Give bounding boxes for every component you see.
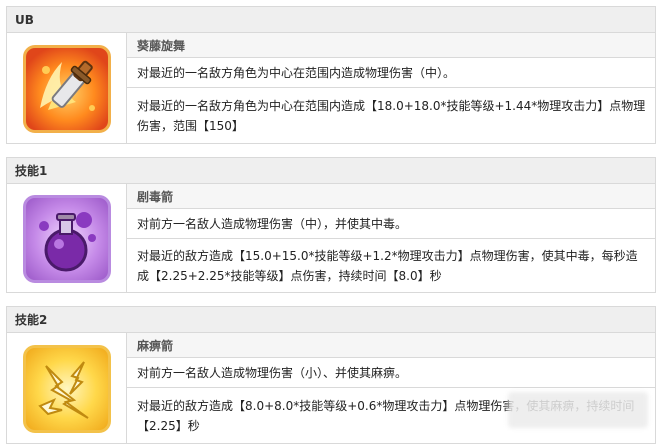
skill-desc-long: 对最近的敌方造成【15.0+15.0*技能等级+1.2*物理攻击力】点物理伤害，… [137,249,638,283]
skill-desc-short: 对最近的一名敌方角色为中心在范围内造成物理伤害（中）。 [127,58,655,88]
watermark [508,392,648,428]
skill-name: 剧毒箭 [127,184,655,209]
skill-desc-short: 对前方一名敌人造成物理伤害（中），并使其中毒。 [127,209,655,239]
skill-icon-cell [7,333,127,444]
flaming-sword-icon [22,44,111,133]
skill-content: 葵藤旋舞 对最近的一名敌方角色为中心在范围内造成物理伤害（中）。 对最近的一名敌… [127,33,655,144]
skill-name: 麻痹箭 [127,333,655,358]
skill-desc-short: 对前方一名敌人造成物理伤害（小）、并使其麻痹。 [127,358,655,388]
skill-section-ub: UB 葵藤旋舞 对最近的一名敌方角色为中心在范围内造成物理伤害（中）。 对最近的… [6,6,656,144]
skill-icon-cell [7,33,127,144]
skill-content: 剧毒箭 对前方一名敌人造成物理伤害（中），并使其中毒。 对最近的敌方造成【15.… [127,184,655,293]
lightning-burst-icon [22,344,111,433]
section-header: 技能2 [7,307,655,333]
skill-section-1: 技能1 剧毒箭 对前方一名敌人造成物理伤害（中），并使其中毒。 对最近的敌方造成… [6,157,656,293]
section-header: 技能1 [7,158,655,184]
skill-icon-cell [7,184,127,293]
skill-desc-long: 对最近的一名敌方角色为中心在范围内造成【18.0+18.0*技能等级+1.44*… [137,99,646,133]
poison-flask-icon [22,194,111,283]
skill-name: 葵藤旋舞 [127,33,655,58]
section-header: UB [7,7,655,33]
